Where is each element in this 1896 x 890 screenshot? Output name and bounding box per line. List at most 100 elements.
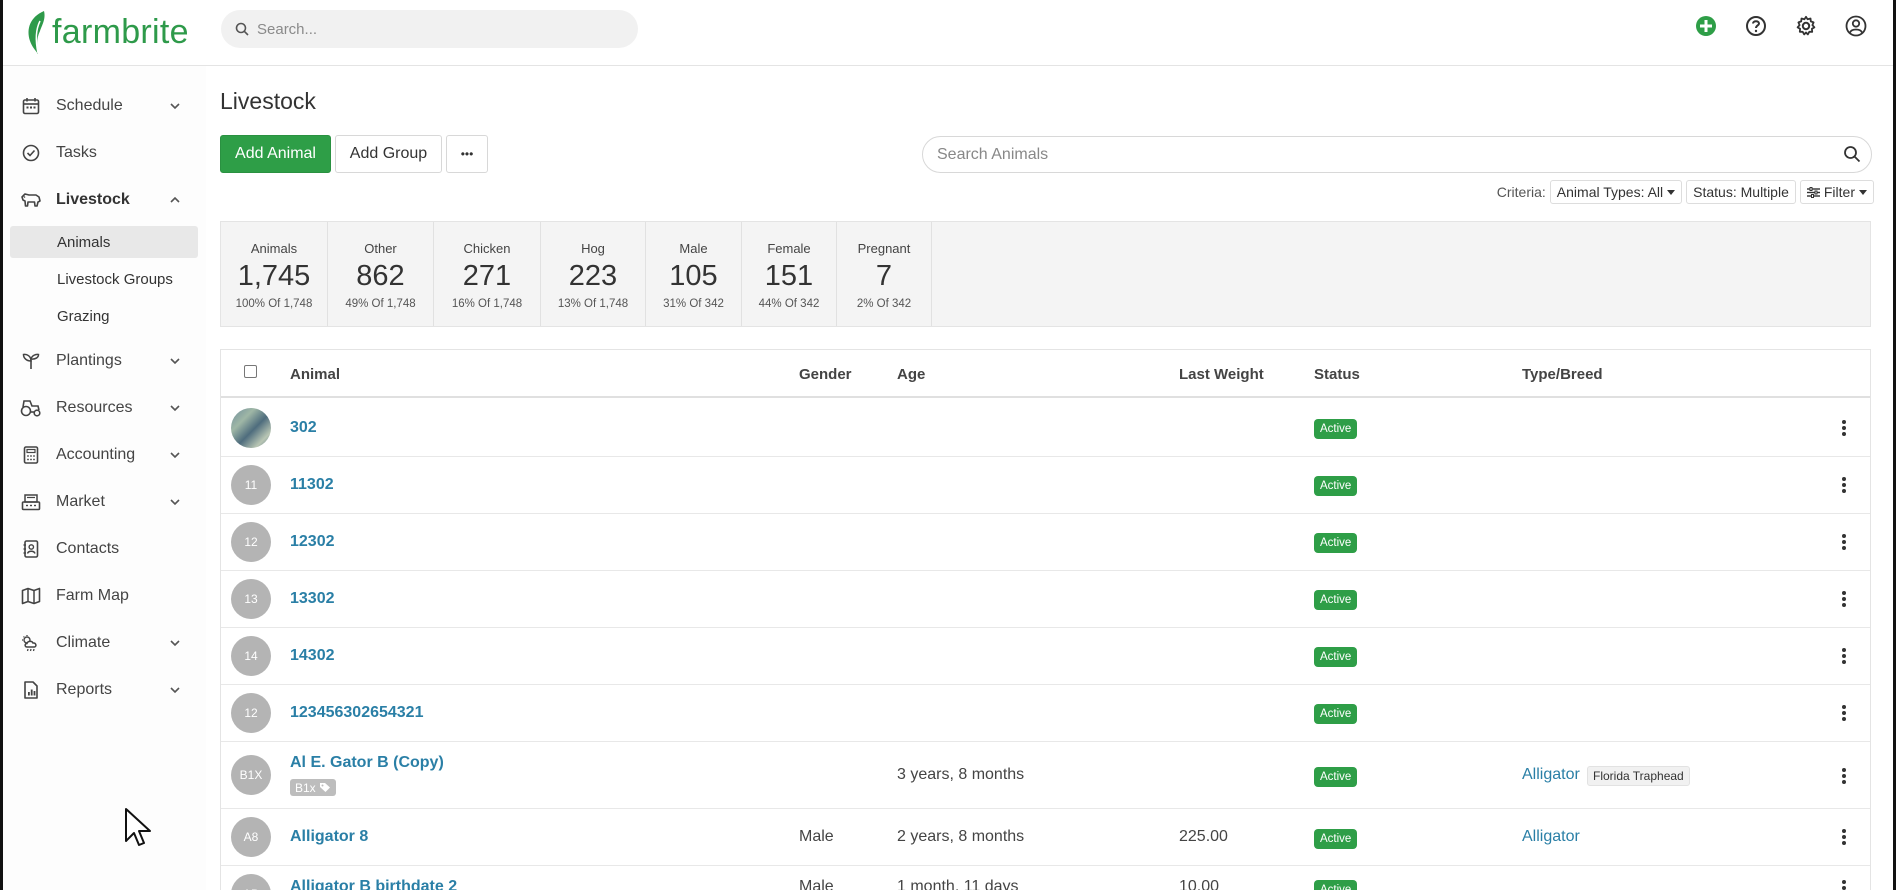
animal-name-link[interactable]: 11302 [290, 476, 334, 494]
sidebar-item-reports[interactable]: Reports [0, 670, 206, 710]
status-badge: Active [1314, 829, 1358, 849]
table-row[interactable]: 14 14302 Active [221, 628, 1870, 685]
stat-female[interactable]: Female 151 44% Of 342 [742, 222, 837, 326]
row-menu-icon[interactable] [1837, 418, 1851, 438]
global-search-input[interactable] [257, 20, 617, 38]
gear-icon[interactable] [1794, 14, 1818, 38]
row-menu-icon[interactable] [1837, 703, 1851, 723]
column-header-type-breed[interactable]: Type/Breed [1522, 366, 1603, 383]
table-row[interactable]: A8 Alligator 8 Male 2 years, 8 months 22… [221, 809, 1870, 866]
sidebar-item-tasks[interactable]: Tasks [0, 133, 206, 173]
table-row[interactable]: 12 12302 Active [221, 514, 1870, 571]
animal-photo-avatar[interactable] [231, 408, 271, 448]
filter-button[interactable]: Filter [1799, 180, 1874, 204]
help-icon[interactable] [1744, 14, 1768, 38]
sidebar-subitem-grazing[interactable]: Grazing [10, 300, 198, 332]
animal-types-filter[interactable]: Animal Types: All [1549, 180, 1683, 204]
stat-subtext: 2% Of 342 [856, 298, 912, 310]
avatar[interactable]: 11 [231, 465, 271, 505]
livestock-icon [20, 189, 42, 211]
farmbrite-logo[interactable]: farmbrite [24, 8, 189, 56]
column-header-status[interactable]: Status [1314, 366, 1360, 383]
sidebar-item-farm-map[interactable]: Farm Map [0, 576, 206, 616]
column-header-last-weight[interactable]: Last Weight [1179, 366, 1264, 383]
sidebar-subitem-livestock-groups[interactable]: Livestock Groups [10, 263, 198, 295]
sidebar-item-resources[interactable]: Resources [0, 388, 206, 428]
row-menu-icon[interactable] [1837, 766, 1851, 786]
animal-name-link[interactable]: 123456302654321 [290, 704, 423, 722]
search-icon[interactable] [1843, 145, 1861, 163]
column-header-gender[interactable]: Gender [799, 366, 852, 383]
status-filter[interactable]: Status: Multiple [1686, 180, 1796, 204]
table-row[interactable]: 13 13302 Active [221, 571, 1870, 628]
sidebar-subitem-animals[interactable]: Animals [10, 226, 198, 258]
avatar[interactable]: AB [231, 874, 271, 890]
user-icon[interactable] [1844, 14, 1868, 38]
column-header-animal[interactable]: Animal [290, 366, 340, 383]
global-search[interactable] [221, 10, 638, 48]
row-menu-icon[interactable] [1837, 827, 1851, 847]
add-animal-button[interactable]: Add Animal [220, 135, 331, 173]
animal-name-link[interactable]: Alligator 8 [290, 828, 368, 846]
stat-pregnant[interactable]: Pregnant 7 2% Of 342 [837, 222, 932, 326]
contacts-icon [20, 538, 42, 560]
stat-label: Animals [250, 241, 298, 256]
stat-animals[interactable]: Animals 1,745 100% Of 1,748 [221, 222, 328, 326]
stat-label: Chicken [463, 241, 511, 256]
avatar[interactable]: 13 [231, 579, 271, 619]
table-row[interactable]: 12 123456302654321 Active [221, 685, 1870, 742]
criteria-bar: Criteria: Animal Types: All Status: Mult… [1497, 180, 1874, 204]
avatar[interactable]: 12 [231, 693, 271, 733]
stat-hog[interactable]: Hog 223 13% Of 1,748 [541, 222, 646, 326]
filter-label: Filter [1823, 184, 1855, 200]
sidebar-item-market[interactable]: Market [0, 482, 206, 522]
animal-name-link[interactable]: 14302 [290, 647, 335, 665]
stat-subtext: 13% Of 1,748 [557, 298, 629, 310]
stat-male[interactable]: Male 105 31% Of 342 [646, 222, 742, 326]
row-menu-icon[interactable] [1837, 646, 1851, 666]
add-group-button[interactable]: Add Group [335, 135, 442, 173]
type-link[interactable]: Alligator [1522, 828, 1580, 846]
row-menu-icon[interactable] [1837, 878, 1851, 890]
sidebar-item-climate[interactable]: Climate [0, 623, 206, 663]
search-animals[interactable] [922, 136, 1872, 173]
animals-table: Animal Gender Age Last Weight Status Typ… [220, 349, 1871, 890]
row-menu-icon[interactable] [1837, 475, 1851, 495]
avatar[interactable]: A8 [231, 817, 271, 857]
search-animals-input[interactable] [937, 145, 1817, 164]
animal-name-link[interactable]: 302 [290, 419, 317, 437]
tag-chip[interactable]: B1x [290, 779, 336, 796]
row-menu-icon[interactable] [1837, 589, 1851, 609]
select-all-checkbox[interactable] [244, 365, 257, 378]
avatar[interactable]: 12 [231, 522, 271, 562]
avatar[interactable]: 14 [231, 636, 271, 676]
animal-name-link[interactable]: Al E. Gator B (Copy) [290, 754, 444, 772]
sidebar-item-contacts[interactable]: Contacts [0, 529, 206, 569]
stat-chicken[interactable]: Chicken 271 16% Of 1,748 [434, 222, 541, 326]
more-options-button[interactable]: ••• [446, 135, 488, 173]
avatar[interactable]: B1X [231, 755, 271, 795]
type-link[interactable]: Alligator [1522, 766, 1580, 784]
add-circle-icon[interactable] [1694, 14, 1718, 38]
stat-other[interactable]: Other 862 49% Of 1,748 [328, 222, 434, 326]
table-row[interactable]: 11 11302 Active [221, 457, 1870, 514]
animal-name-link[interactable]: 12302 [290, 533, 335, 551]
stat-value: 105 [669, 260, 718, 292]
tractor-icon [20, 397, 42, 419]
stat-subtext: 31% Of 342 [663, 298, 724, 310]
sidebar-item-label: Contacts [56, 540, 120, 557]
sidebar-item-schedule[interactable]: Schedule [0, 86, 206, 126]
table-row[interactable]: AB Alligator B birthdate 2 Male 1 month,… [221, 866, 1870, 890]
chevron-down-icon [170, 452, 180, 459]
sidebar-item-label: Tasks [56, 144, 97, 161]
table-row[interactable]: 302 Active [221, 400, 1870, 457]
column-header-age[interactable]: Age [897, 366, 925, 383]
table-row[interactable]: B1X Al E. Gator B (Copy) B1x 3 years, 8 … [221, 742, 1870, 809]
sidebar-item-plantings[interactable]: Plantings [0, 341, 206, 381]
sidebar-item-livestock[interactable]: Livestock [0, 180, 206, 220]
animal-name-link[interactable]: Alligator B birthdate 2 [290, 878, 457, 890]
breed-tag: Florida Traphead [1587, 766, 1690, 786]
sidebar-item-accounting[interactable]: Accounting [0, 435, 206, 475]
row-menu-icon[interactable] [1837, 532, 1851, 552]
animal-name-link[interactable]: 13302 [290, 590, 335, 608]
